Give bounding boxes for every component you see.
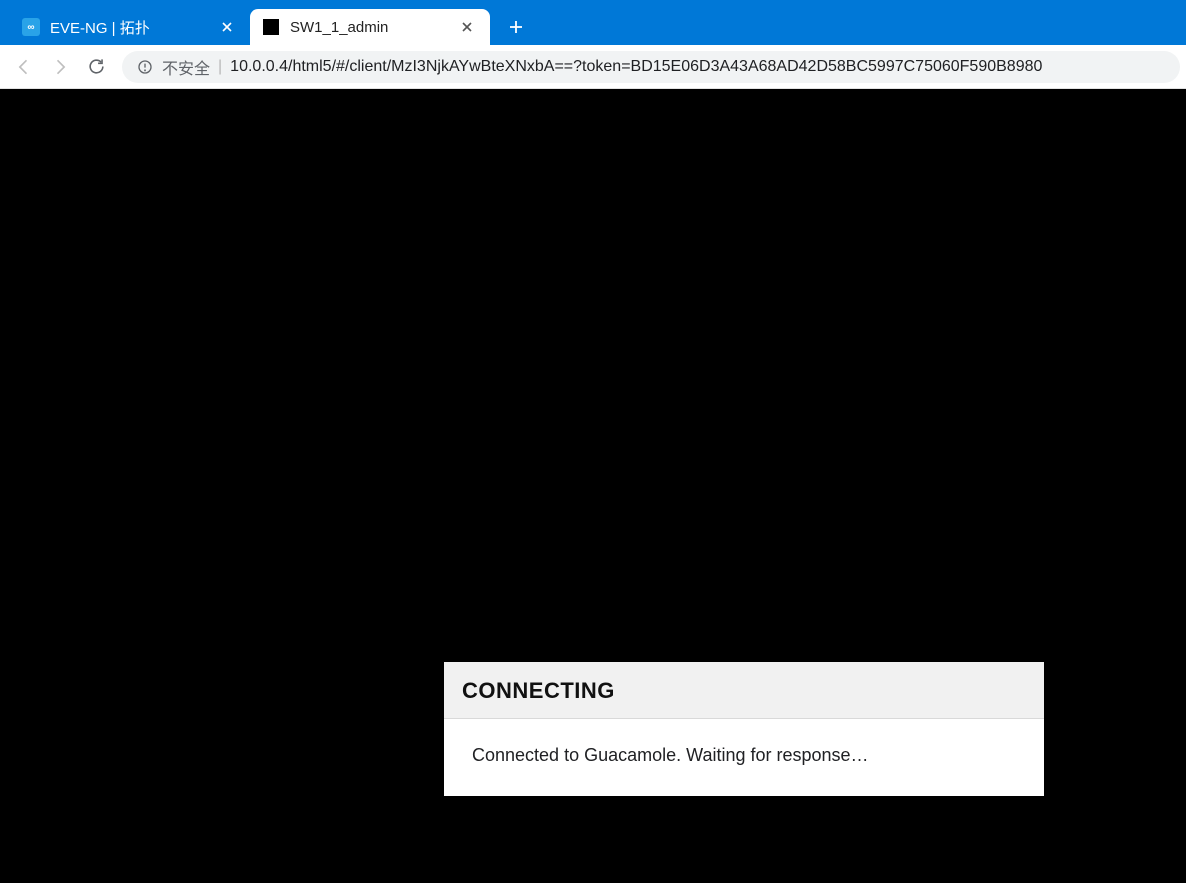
- address-bar: 不安全 | 10.0.0.4/html5/#/client/MzI3NjkAYw…: [0, 45, 1186, 89]
- not-secure-icon: [136, 58, 154, 76]
- forward-button[interactable]: [42, 49, 78, 85]
- new-tab-button[interactable]: [500, 11, 532, 43]
- terminal-favicon: [262, 18, 280, 36]
- tab-eve-ng[interactable]: ∞ EVE-NG | 拓扑: [10, 9, 250, 45]
- reload-button[interactable]: [78, 49, 114, 85]
- eve-ng-favicon: ∞: [22, 18, 40, 36]
- dialog-header: CONNECTING: [444, 662, 1044, 719]
- dialog-title: CONNECTING: [462, 678, 1026, 704]
- dialog-message: Connected to Guacamole. Waiting for resp…: [444, 719, 1044, 796]
- tab-strip: ∞ EVE-NG | 拓扑 SW1_1_admin: [0, 0, 1186, 45]
- guacamole-viewport[interactable]: CONNECTING Connected to Guacamole. Waiti…: [0, 89, 1186, 883]
- tab-sw1-admin[interactable]: SW1_1_admin: [250, 9, 490, 45]
- back-button[interactable]: [6, 49, 42, 85]
- tab-close-button[interactable]: [218, 18, 236, 36]
- tab-title: EVE-NG | 拓扑: [50, 17, 208, 38]
- security-label: 不安全: [162, 55, 210, 79]
- omnibox[interactable]: 不安全 | 10.0.0.4/html5/#/client/MzI3NjkAYw…: [122, 51, 1180, 83]
- connecting-dialog: CONNECTING Connected to Guacamole. Waiti…: [444, 662, 1044, 796]
- tab-title: SW1_1_admin: [290, 19, 448, 36]
- url-text: 10.0.0.4/html5/#/client/MzI3NjkAYwBteXNx…: [230, 58, 1042, 76]
- separator: |: [218, 58, 222, 76]
- tab-close-button[interactable]: [458, 18, 476, 36]
